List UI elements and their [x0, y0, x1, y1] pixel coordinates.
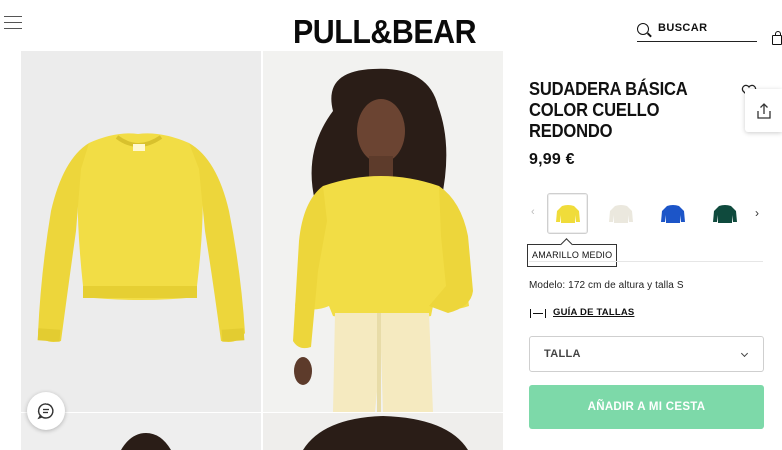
- swatch-prev-chevron-icon[interactable]: ‹: [531, 206, 535, 218]
- color-swatch-ecru[interactable]: [600, 193, 641, 234]
- photo-4-preview: [303, 416, 468, 450]
- model-info: Modelo: 172 cm de altura y talla S: [529, 280, 684, 291]
- search-bar[interactable]: BUSCAR: [637, 22, 757, 42]
- chat-icon: [37, 403, 54, 420]
- chevron-down-icon: [740, 349, 749, 358]
- product-photo-4[interactable]: [263, 413, 503, 450]
- hamburger-menu-icon[interactable]: [4, 14, 22, 30]
- divider: [529, 261, 763, 262]
- add-to-cart-button[interactable]: AÑADIR A MI CESTA: [529, 385, 764, 429]
- color-swatch-yellow[interactable]: [547, 193, 588, 234]
- size-select-label: TALLA: [544, 348, 581, 360]
- brand-logo[interactable]: PULL&BEAR: [293, 12, 480, 52]
- product-photo-flat[interactable]: [21, 51, 261, 412]
- color-swatch-green[interactable]: [704, 193, 745, 234]
- sweatshirt-image: [37, 133, 245, 342]
- swatch-next-chevron-icon[interactable]: ›: [755, 206, 759, 220]
- size-guide-link[interactable]: GUÍA DE TALLAS: [530, 307, 634, 318]
- swatch-sweatshirt-icon: [555, 204, 580, 223]
- swatch-sweatshirt-icon: [660, 204, 685, 223]
- swatch-sweatshirt-icon: [608, 204, 633, 223]
- model-image: [293, 68, 473, 412]
- color-swatch-blue[interactable]: [652, 193, 693, 234]
- size-guide-label: GUÍA DE TALLAS: [553, 307, 635, 318]
- swatch-sweatshirt-icon: [712, 204, 737, 223]
- share-icon: [756, 102, 771, 119]
- color-name-tooltip: AMARILLO MEDIO: [527, 244, 618, 267]
- shopping-bag-icon[interactable]: [772, 31, 782, 45]
- size-select[interactable]: TALLA: [529, 336, 764, 372]
- product-title: SUDADERA BÁSICA COLOR CUELLO REDONDO: [529, 79, 687, 141]
- add-to-cart-label: AÑADIR A MI CESTA: [587, 401, 706, 413]
- ruler-icon: [530, 308, 546, 318]
- product-price: 9,99 €: [529, 151, 575, 168]
- product-photo-model[interactable]: [263, 51, 503, 412]
- product-gallery: [21, 51, 503, 450]
- search-label: BUSCAR: [658, 22, 708, 34]
- search-icon: [637, 23, 649, 35]
- chat-button[interactable]: [27, 392, 65, 430]
- share-button[interactable]: [745, 89, 782, 132]
